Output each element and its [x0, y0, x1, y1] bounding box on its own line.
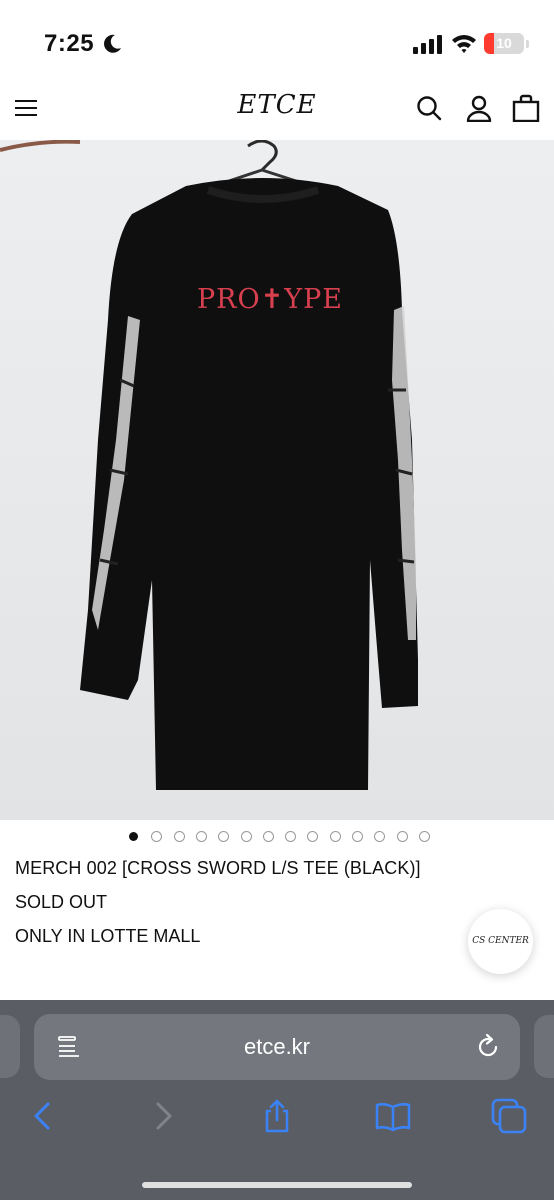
status-time: 7:25 — [44, 30, 95, 57]
carousel-dot[interactable] — [329, 831, 341, 842]
previous-tab-peek[interactable] — [0, 1015, 20, 1078]
carousel-dot[interactable] — [374, 831, 386, 842]
carousel-dot[interactable] — [173, 831, 185, 842]
carousel-dot[interactable] — [307, 831, 319, 842]
bag-icon[interactable] — [512, 94, 540, 122]
status-bar: 7:25 10 — [0, 0, 554, 80]
search-icon[interactable] — [416, 95, 442, 121]
carousel-dot[interactable] — [195, 831, 207, 842]
product-title: MERCH 002 [CROSS SWORD L/S TEE (BLACK)] — [15, 858, 421, 878]
address-text[interactable]: etce.kr — [34, 1034, 520, 1060]
site-header: ETCE — [0, 80, 554, 140]
hanger-hook — [247, 140, 278, 172]
wifi-icon — [452, 35, 476, 53]
bookmarks-icon[interactable] — [375, 1098, 411, 1134]
address-bar[interactable]: etce.kr — [34, 1014, 520, 1080]
browser-toolbar: etce.kr — [0, 1000, 554, 1200]
tabs-icon[interactable] — [491, 1098, 527, 1134]
battery-icon: 10 — [484, 33, 524, 54]
reload-icon[interactable] — [474, 1033, 502, 1061]
battery-cap — [526, 40, 529, 48]
cs-center-button[interactable]: CS CENTER — [468, 909, 533, 974]
back-icon[interactable] — [26, 1098, 62, 1134]
carousel-dot[interactable] — [218, 831, 230, 842]
carousel-dot[interactable] — [352, 831, 363, 842]
carousel-dot[interactable] — [285, 831, 297, 842]
hanger-edge — [0, 140, 81, 152]
forward-icon — [156, 1102, 172, 1130]
tshirt-body — [80, 178, 418, 790]
carousel-dot[interactable] — [151, 831, 163, 842]
carousel-dot[interactable] — [262, 831, 274, 842]
product-image[interactable]: PRO✝YPE — [0, 140, 554, 820]
share-icon[interactable] — [259, 1098, 295, 1134]
home-indicator — [142, 1182, 412, 1188]
next-tab-peek[interactable] — [534, 1015, 554, 1078]
carousel-dot[interactable] — [396, 831, 408, 842]
tshirt-photo: PRO✝YPE — [0, 140, 418, 790]
carousel-dot[interactable] — [418, 831, 430, 842]
tshirt-print-text: PRO✝YPE — [197, 284, 343, 315]
sold-out-status: SOLD OUT — [15, 892, 108, 912]
battery-level: 10 — [496, 35, 512, 51]
availability-note: ONLY IN LOTTE MALL — [15, 926, 201, 946]
account-icon[interactable] — [465, 94, 493, 122]
moon-icon — [104, 34, 121, 53]
carousel-dot[interactable] — [129, 832, 138, 841]
signal-icon — [413, 35, 442, 54]
carousel-dots — [0, 831, 554, 843]
carousel-dot[interactable] — [240, 831, 252, 842]
